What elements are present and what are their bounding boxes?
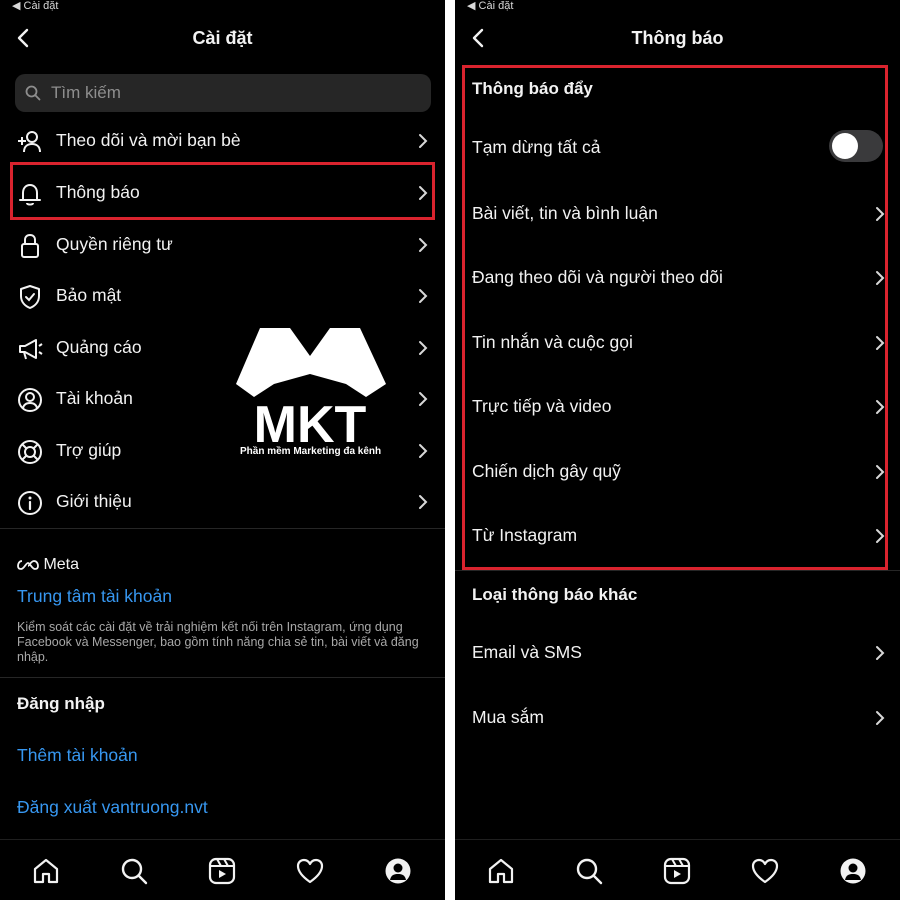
search-icon[interactable] — [119, 856, 149, 886]
reels-icon[interactable] — [662, 856, 692, 886]
mkt-tagline: Phần mềm Marketing đa kênh — [240, 446, 382, 457]
reels-icon[interactable] — [207, 856, 237, 886]
search-input[interactable]: Tìm kiếm — [15, 74, 431, 112]
login-section-heading: Đăng nhập — [17, 694, 105, 713]
search-placeholder: Tìm kiếm — [51, 83, 121, 102]
divider — [0, 677, 445, 678]
megaphone-icon — [19, 339, 43, 360]
chevron-right-icon — [419, 341, 428, 355]
chevron-right-icon — [419, 392, 428, 406]
chevron-right-icon — [419, 134, 428, 148]
mkt-watermark-logo: MKT Phần mềm Marketing đa kênh — [228, 322, 393, 462]
chevron-right-icon — [876, 646, 885, 660]
profile-icon[interactable] — [838, 856, 868, 886]
accounts-center-link[interactable]: Trung tâm tài khoản — [17, 586, 172, 607]
account-icon — [18, 388, 42, 412]
menu-item-label: Quảng cáo — [56, 337, 142, 357]
chevron-right-icon — [419, 495, 428, 509]
notif-item-label: Email và SMS — [472, 642, 582, 662]
home-icon[interactable] — [31, 856, 61, 886]
add-account-link[interactable]: Thêm tài khoản — [17, 745, 138, 766]
lifebuoy-icon — [18, 440, 42, 464]
lock-icon — [21, 233, 39, 258]
menu-item-label: Tài khoản — [56, 388, 133, 408]
page-title: Thông báo — [631, 28, 724, 48]
meta-logo: Meta — [17, 556, 79, 574]
mkt-mountain-icon: MKT — [236, 328, 386, 454]
chevron-right-icon — [419, 238, 428, 252]
status-back-link[interactable]: ◀ Cài đặt — [12, 0, 58, 12]
notif-item-label: Mua sắm — [472, 707, 544, 727]
divider — [455, 570, 900, 571]
mkt-logo-text: MKT — [254, 396, 367, 447]
chevron-right-icon — [419, 289, 428, 303]
meta-infinity-icon — [17, 559, 39, 570]
chevron-right-icon — [876, 711, 885, 725]
chevron-right-icon — [419, 444, 428, 458]
logout-link[interactable]: Đăng xuất vantruong.nvt — [17, 797, 208, 818]
divider — [0, 528, 445, 529]
meta-logo-text: Meta — [43, 556, 80, 573]
heart-icon[interactable] — [295, 856, 325, 886]
menu-item-label: Trợ giúp — [56, 440, 122, 460]
menu-item-label: Giới thiệu — [56, 491, 132, 511]
add-person-icon — [18, 131, 41, 153]
page-title: Cài đặt — [192, 28, 253, 48]
menu-item-follow-invite[interactable]: Theo dõi và mời bạn bè — [0, 116, 445, 166]
accounts-center-description: Kiểm soát các cài đặt về trải nghiệm kết… — [17, 620, 419, 664]
info-icon — [18, 491, 42, 515]
bottom-navbar — [455, 839, 900, 900]
menu-item-label: Quyền riêng tư — [56, 234, 173, 254]
notif-item-email-sms[interactable]: Email và SMS — [455, 628, 900, 678]
search-icon — [25, 85, 41, 101]
notifications-screen: ◀ Cài đặt Thông báo Thông báo đẩy Tạm dừ… — [455, 0, 900, 900]
push-notifications-highlight-box — [462, 65, 888, 570]
menu-item-label: Theo dõi và mời bạn bè — [56, 130, 241, 150]
heart-icon[interactable] — [750, 856, 780, 886]
search-icon[interactable] — [574, 856, 604, 886]
menu-item-about[interactable]: Giới thiệu — [0, 477, 445, 527]
menu-item-privacy[interactable]: Quyền riêng tư — [0, 220, 445, 270]
notifications-highlight-box — [10, 162, 435, 220]
status-back-link[interactable]: ◀ Cài đặt — [467, 0, 513, 12]
menu-item-label: Bảo mật — [56, 285, 122, 305]
bottom-navbar — [0, 839, 445, 900]
notif-item-shopping[interactable]: Mua sắm — [455, 693, 900, 743]
profile-icon[interactable] — [383, 856, 413, 886]
menu-item-security[interactable]: Bảo mật — [0, 271, 445, 321]
other-notifications-heading: Loại thông báo khác — [472, 585, 638, 604]
home-icon[interactable] — [486, 856, 516, 886]
shield-icon — [20, 285, 40, 309]
